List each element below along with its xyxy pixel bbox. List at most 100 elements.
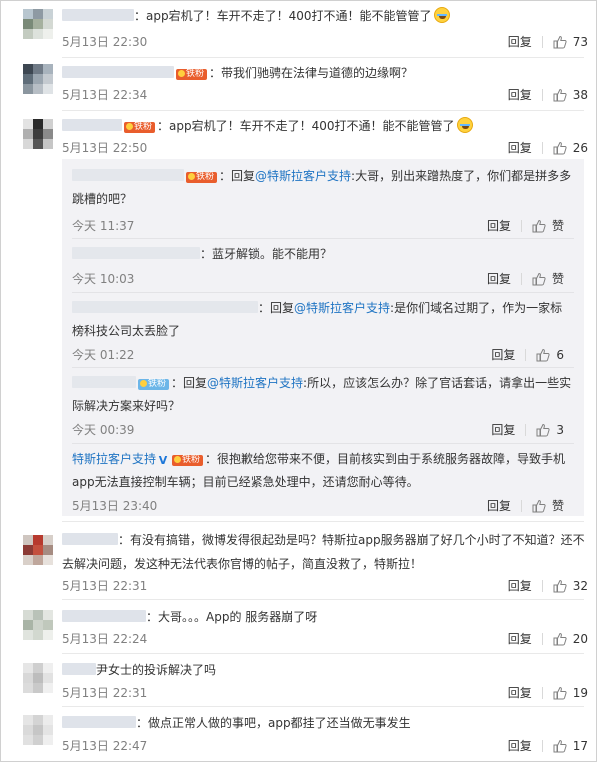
username-blurred[interactable] — [72, 247, 200, 259]
reply-button[interactable]: 回复 — [487, 497, 511, 515]
like-button[interactable]: 20 — [553, 630, 588, 648]
like-button[interactable]: 73 — [553, 33, 588, 51]
comment-text: 尹女士的投诉解决了吗 — [62, 658, 588, 682]
thumbs-up-icon — [536, 348, 550, 362]
fan-badge: 铁粉 — [176, 69, 208, 80]
reply-button[interactable]: 回复 — [508, 33, 532, 51]
avatar[interactable] — [23, 535, 53, 565]
like-button[interactable]: 6 — [536, 346, 564, 364]
divider — [541, 740, 543, 752]
divider — [541, 36, 543, 48]
username-blurred[interactable] — [62, 716, 136, 728]
fan-badge: 铁粉 — [172, 455, 204, 466]
divider — [72, 443, 574, 444]
divider — [62, 653, 584, 654]
like-button[interactable]: 赞 — [532, 270, 564, 288]
comment-item: 尹女士的投诉解决了吗 5月13日 22:31 回复 19 — [1, 656, 597, 706]
comment-text: 铁粉 ：app宕机了！车开不走了！400打不通！能不能管管了 — [62, 114, 588, 138]
divider — [62, 57, 584, 58]
divider — [541, 687, 543, 699]
reply-button[interactable]: 回复 — [487, 217, 511, 235]
comment-text: ：app宕机了！车开不走了！400打不通！能不能管管了 — [62, 4, 588, 28]
reply-item: ：回复@特斯拉客户支持:是你们域名过期了，作为一家标榜科技公司太丢脸了 今天 0… — [72, 297, 574, 362]
thumbs-up-icon — [536, 423, 550, 437]
like-count: 73 — [572, 35, 588, 49]
username-blurred[interactable] — [72, 169, 184, 181]
reply-button[interactable]: 回复 — [508, 577, 532, 595]
reply-time: 今天 10:03 — [72, 272, 135, 286]
username-blurred[interactable] — [62, 66, 174, 78]
username-blurred[interactable] — [72, 301, 258, 313]
like-label: 赞 — [551, 219, 564, 233]
comment-time: 5月13日 22:47 — [62, 739, 148, 753]
comment-time: 5月13日 22:31 — [62, 579, 148, 593]
divider — [520, 273, 522, 285]
divider — [62, 706, 584, 707]
like-button[interactable]: 26 — [553, 139, 588, 157]
mention-link[interactable]: @特斯拉客户支持 — [255, 169, 351, 183]
reply-item: 特斯拉客户支持 V 铁粉 ：很抱歉给您带来不便，目前核实到由于系统服务器故障，导致手机… — [72, 448, 574, 513]
reply-text: ：蓝牙解锁。能不能用？ — [72, 243, 574, 266]
fan-badge: 铁粉 — [124, 122, 156, 133]
like-button[interactable]: 赞 — [532, 497, 564, 515]
comment-time: 5月13日 22:31 — [62, 686, 148, 700]
avatar[interactable] — [23, 64, 53, 94]
avatar[interactable] — [23, 715, 53, 745]
username-blurred[interactable] — [62, 610, 146, 622]
like-count: 32 — [572, 579, 588, 593]
thumbs-up-icon — [553, 686, 567, 700]
reply-button[interactable]: 回复 — [508, 630, 532, 648]
mention-link[interactable]: @特斯拉客户支持 — [294, 301, 390, 315]
reply-button[interactable]: 回复 — [508, 684, 532, 702]
comment-time: 5月13日 22:24 — [62, 632, 148, 646]
username-blurred[interactable] — [62, 9, 134, 21]
thumbs-up-icon — [553, 739, 567, 753]
thumbs-up-icon — [553, 141, 567, 155]
crying-laugh-emoji-icon — [456, 117, 473, 133]
username-blurred[interactable] — [62, 119, 122, 131]
reply-button[interactable]: 回复 — [491, 346, 515, 364]
thumbs-up-icon — [553, 632, 567, 646]
like-button[interactable]: 3 — [536, 421, 564, 439]
like-button[interactable]: 17 — [553, 737, 588, 755]
avatar[interactable] — [23, 119, 53, 149]
reply-button[interactable]: 回复 — [508, 737, 532, 755]
fan-badge: 铁粉 — [186, 172, 218, 183]
like-count: 6 — [556, 348, 564, 362]
comment-time: 5月13日 22:50 — [62, 141, 148, 155]
comment-item: ：做点正常人做的事吧，app都挂了还当做无事发生 5月13日 22:47 回复 … — [1, 709, 597, 761]
comment-item: 铁粉 ：带我们驰骋在法律与道德的边缘啊？ 5月13日 22:34 回复 38 — [1, 59, 597, 111]
divider — [72, 367, 574, 368]
username-blurred[interactable] — [62, 533, 118, 545]
like-count: 19 — [572, 686, 588, 700]
divider — [62, 599, 584, 600]
comment-item: ：有没有搞错，微博发得很起劲是吗？特斯拉app服务器崩了好几个小时了不知道？还不… — [1, 525, 597, 595]
username-blurred[interactable] — [72, 376, 136, 388]
like-count: 3 — [556, 423, 564, 437]
thumbs-up-icon — [532, 499, 546, 513]
avatar[interactable] — [23, 610, 53, 640]
thumbs-up-icon — [553, 35, 567, 49]
reply-button[interactable]: 回复 — [508, 139, 532, 157]
like-count: 17 — [572, 739, 588, 753]
username-blurred[interactable] — [62, 663, 96, 675]
divider — [72, 292, 574, 293]
divider — [62, 110, 584, 111]
mention-link[interactable]: @特斯拉客户支持 — [207, 376, 303, 390]
reply-button[interactable]: 回复 — [508, 86, 532, 104]
reply-button[interactable]: 回复 — [487, 270, 511, 288]
reply-button[interactable]: 回复 — [491, 421, 515, 439]
like-button[interactable]: 19 — [553, 684, 588, 702]
verified-v-icon: V — [158, 454, 168, 467]
reply-time: 5月13日 23:40 — [72, 499, 158, 513]
divider — [525, 424, 527, 436]
like-button[interactable]: 38 — [553, 86, 588, 104]
avatar[interactable] — [23, 9, 53, 39]
like-button[interactable]: 赞 — [532, 217, 564, 235]
author-link[interactable]: 特斯拉客户支持 — [72, 452, 156, 466]
avatar[interactable] — [23, 663, 53, 693]
comment-time: 5月13日 22:30 — [62, 35, 148, 49]
like-button[interactable]: 32 — [553, 577, 588, 595]
thumbs-up-icon — [532, 219, 546, 233]
divider — [525, 349, 527, 361]
